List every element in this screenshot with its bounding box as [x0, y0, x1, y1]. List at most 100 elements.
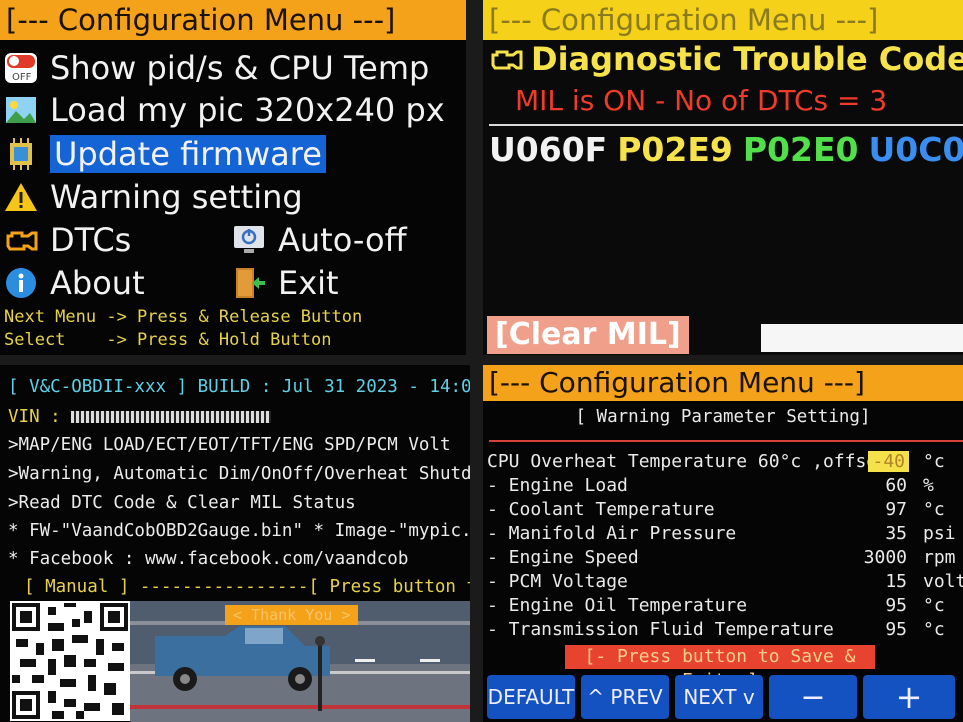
- menu-item-label: Show pid/s & CPU Temp: [50, 49, 430, 87]
- menu-item-exit[interactable]: Exit: [232, 263, 339, 303]
- param-row-engine-load[interactable]: - Engine Load 60 %: [487, 475, 963, 499]
- menu-item-show-pids[interactable]: OFF Show pid/s & CPU Temp: [4, 48, 429, 88]
- about-panel: [ V&C-OBDII-xxx ] BUILD : Jul 31 2023 - …: [0, 365, 470, 722]
- param-unit: rpm: [923, 547, 956, 568]
- power-monitor-icon: [232, 223, 266, 257]
- param-name: CPU Overheat Temperature 60°c ,offset: [487, 451, 888, 472]
- menu-item-load-pic[interactable]: Load my pic 320x240 px: [4, 90, 445, 130]
- menu-item-label: Auto-off: [278, 221, 407, 259]
- engine-icon: [489, 44, 523, 74]
- menu-title-bar: [--- Configuration Menu ---]: [483, 0, 963, 40]
- menu-item-dtcs[interactable]: DTCs: [4, 220, 131, 260]
- feature-line: * FW-"VaandCobOBD2Gauge.bin" * Image-"my…: [8, 521, 470, 541]
- engine-icon: [4, 223, 38, 257]
- dtc-code-list: U060FP02E9P02E0U0C00: [489, 130, 963, 169]
- vin-redacted: [71, 411, 272, 423]
- param-name: - Engine Speed: [487, 547, 639, 568]
- truck-image: < Thank You >: [130, 601, 470, 722]
- param-unit: volt: [923, 571, 963, 592]
- qr-code: [10, 601, 130, 721]
- param-row-engine-speed[interactable]: - Engine Speed 3000 rpm: [487, 547, 963, 571]
- dtc-heading-text: Diagnostic Trouble Codes: [531, 40, 963, 78]
- feature-line: >Warning, Automatic Dim/OnOff/Overheat S…: [8, 464, 470, 484]
- param-name: - Coolant Temperature: [487, 499, 715, 520]
- menu-item-auto-off[interactable]: Auto-off: [232, 220, 407, 260]
- svg-text:OFF: OFF: [12, 72, 32, 83]
- menu-item-label: Exit: [278, 264, 339, 302]
- build-info: [ V&C-OBDII-xxx ] BUILD : Jul 31 2023 - …: [8, 377, 470, 397]
- menu-title: [--- Configuration Menu ---]: [6, 3, 396, 37]
- param-name: - Manifold Air Pressure: [487, 523, 737, 544]
- dtc-code: P02E9: [617, 130, 733, 169]
- param-row-pcm-voltage[interactable]: - PCM Voltage 15 volt: [487, 571, 963, 595]
- section-subheader: [ Warning Parameter Setting]: [575, 407, 871, 427]
- vin-label: VIN :: [8, 407, 61, 427]
- param-value: 95: [885, 619, 907, 640]
- toggle-off-icon: OFF: [4, 51, 38, 85]
- feature-line: >Read DTC Code & Clear MIL Status: [8, 493, 356, 513]
- param-row-coolant-temp[interactable]: - Coolant Temperature 97 °c: [487, 499, 963, 523]
- param-name: - Engine Load: [487, 475, 628, 496]
- manual-footer[interactable]: [ Manual ] ----------------[ Press butto…: [24, 577, 470, 597]
- next-button[interactable]: NEXT v: [675, 675, 763, 719]
- divider: [489, 440, 963, 442]
- feature-line: >MAP/ENG LOAD/ECT/EOT/TFT/ENG SPD/PCM Vo…: [8, 435, 451, 455]
- menu-title-bar: [--- Configuration Menu ---]: [483, 365, 963, 401]
- menu-item-label: Load my pic 320x240 px: [50, 91, 445, 129]
- facebook-line: * Facebook : www.facebook.com/vaandcob: [8, 549, 409, 569]
- param-value: 35: [885, 523, 907, 544]
- mil-status: MIL is ON - No of DTCs = 3: [515, 84, 888, 117]
- minus-button[interactable]: −: [769, 675, 857, 719]
- chip-icon: [4, 137, 38, 171]
- param-row-manifold-pressure[interactable]: - Manifold Air Pressure 35 psi: [487, 523, 963, 547]
- picture-icon: [4, 93, 38, 127]
- menu-title: [--- Configuration Menu ---]: [489, 3, 879, 37]
- plus-button[interactable]: +: [863, 675, 955, 719]
- default-button[interactable]: DEFAULT: [487, 675, 575, 719]
- param-value: 97: [885, 499, 907, 520]
- param-row-cpu-overheat[interactable]: CPU Overheat Temperature 60°c ,offset -4…: [487, 451, 963, 475]
- config-menu-panel: [--- Configuration Menu ---] OFF Show pi…: [0, 0, 466, 355]
- param-name: - PCM Voltage: [487, 571, 628, 592]
- dtc-code: P02E0: [742, 130, 859, 169]
- param-value: 95: [885, 595, 907, 616]
- param-row-transmission-temp[interactable]: - Transmission Fluid Temperature 95 °c: [487, 619, 963, 643]
- clear-mil-button[interactable]: [Clear MIL]: [487, 316, 689, 354]
- param-row-oil-temp[interactable]: - Engine Oil Temperature 95 °c: [487, 595, 963, 619]
- save-exit-hint[interactable]: [- Press button to Save & Exit -]: [565, 645, 875, 691]
- menu-title: [--- Configuration Menu ---]: [489, 366, 865, 399]
- info-icon: [4, 266, 38, 300]
- progress-bar: [761, 324, 963, 352]
- param-unit: °c: [923, 619, 945, 640]
- param-unit: °c: [923, 595, 945, 616]
- menu-item-label: About: [50, 264, 145, 302]
- menu-item-warning-setting[interactable]: Warning setting: [4, 177, 303, 217]
- menu-item-label: Update firmware: [50, 135, 326, 173]
- dtc-panel: [--- Configuration Menu ---] Diagnostic …: [483, 0, 963, 355]
- menu-item-label: Warning setting: [50, 178, 303, 216]
- param-unit: °c: [923, 499, 945, 520]
- menu-title-bar: [--- Configuration Menu ---]: [0, 0, 466, 40]
- param-name: - Engine Oil Temperature: [487, 595, 748, 616]
- menu-item-about[interactable]: About: [4, 263, 145, 303]
- param-value: 15: [885, 571, 907, 592]
- dtc-code: U060F: [489, 130, 608, 169]
- param-value: 60: [885, 475, 907, 496]
- hint-select: Select -> Press & Hold Button: [4, 330, 332, 350]
- menu-item-update-firmware[interactable]: Update firmware: [4, 134, 326, 174]
- prev-button[interactable]: ^ PREV: [581, 675, 669, 719]
- exit-door-icon: [232, 266, 266, 300]
- menu-item-label: DTCs: [50, 221, 132, 259]
- param-unit: °c: [923, 451, 945, 472]
- param-unit: %: [923, 475, 934, 496]
- vin-row: VIN :: [8, 407, 272, 427]
- param-value[interactable]: -40: [868, 451, 909, 472]
- dtc-code: U0C00: [868, 130, 963, 169]
- warning-icon: [4, 180, 38, 214]
- hint-next-menu: Next Menu -> Press & Release Button: [4, 307, 363, 327]
- param-value: 3000: [863, 547, 907, 568]
- param-unit: psi: [923, 523, 956, 544]
- param-name: - Transmission Fluid Temperature: [487, 619, 834, 640]
- dtc-heading: Diagnostic Trouble Codes: [489, 40, 963, 78]
- warning-setting-panel: [--- Configuration Menu ---] [ Warning P…: [483, 365, 963, 722]
